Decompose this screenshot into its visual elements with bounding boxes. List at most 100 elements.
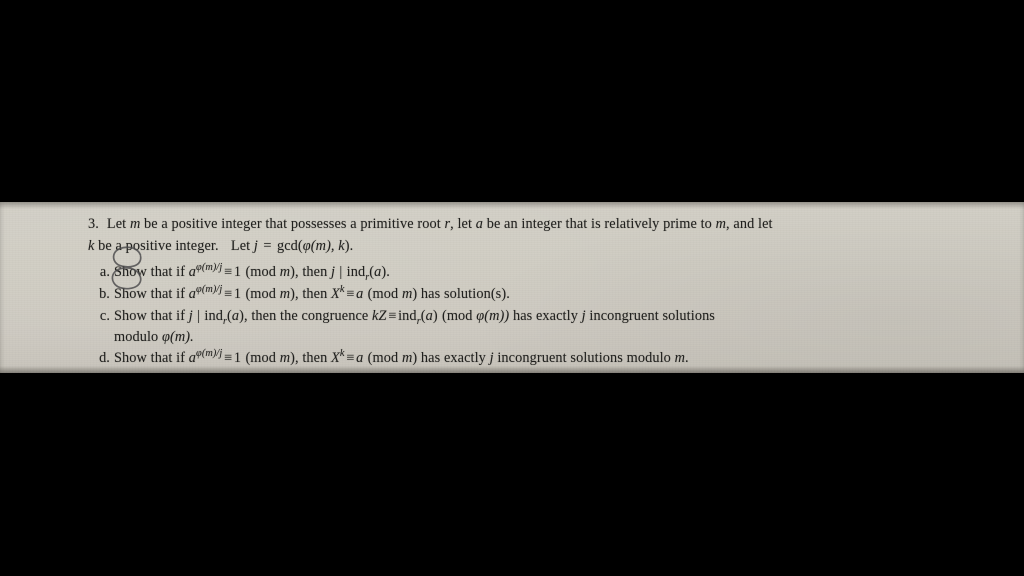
math-divides: | — [339, 264, 343, 280]
subitem-c-label: c. — [99, 308, 110, 324]
math-var-m2: m — [715, 216, 727, 232]
text-run: Let — [230, 238, 254, 254]
problem-number: 3. — [88, 216, 99, 232]
subitem-a-label: a. — [99, 264, 110, 280]
subitem-b[interactable]: b. Show that if aφ(m)/j ≡ 1 (mod m), then X… — [88, 284, 968, 305]
math-mod-open: (mod — [245, 286, 280, 302]
math-congruent-2: ≡ — [346, 350, 355, 366]
math-phi: φ — [302, 238, 311, 254]
math-m-arg: (m), — [310, 238, 339, 254]
math-congruent: ≡ — [224, 286, 233, 302]
text-run: Show that if — [114, 286, 189, 302]
text-run: be a positive integer. — [94, 238, 219, 254]
period: . — [386, 264, 390, 280]
text-run: ) has exactly — [412, 350, 490, 366]
text-run: Let — [106, 216, 130, 232]
exercise-text-block: 3. Let m be a positive integer that poss… — [88, 214, 968, 369]
math-ind: ind — [204, 308, 223, 324]
period: . — [685, 350, 689, 366]
math-modulus: m — [279, 350, 291, 366]
math-base-a: a — [188, 350, 197, 366]
subitem-a[interactable]: a. Show that if aφ(m)/j ≡ 1 (mod m), then j… — [88, 262, 968, 283]
math-base-a: a — [188, 264, 197, 280]
math-var-a: a — [475, 216, 484, 232]
subitem-c-continuation: modulo φ(m). — [88, 327, 968, 348]
problem-statement-line-1: 3. Let m be a positive integer that poss… — [88, 214, 968, 235]
math-phi-arg: (m). — [169, 329, 194, 345]
screen: 3. Let m be a positive integer that poss… — [0, 0, 1024, 576]
math-modulus: m — [279, 264, 291, 280]
math-var-a: a — [356, 286, 364, 302]
math-ind-2: ind — [398, 308, 417, 324]
math-power-X: Xk — [331, 348, 345, 366]
math-var-X: X — [331, 350, 340, 366]
math-exp-rest: (m)/j — [201, 348, 223, 360]
subitem-b-label: b. — [99, 286, 110, 302]
math-phi-arg: (m)) — [484, 308, 510, 324]
text-run: ), then — [290, 350, 332, 366]
math-ind-argument: (a) — [369, 264, 387, 280]
math-equals: = — [263, 238, 272, 254]
math-base-a: a — [188, 286, 197, 302]
math-exp-rest: (m)/j — [201, 262, 223, 274]
paper-top-edge-shadow — [0, 202, 1024, 209]
math-congruent: ≡ — [224, 350, 233, 366]
text-run: has exactly — [509, 308, 582, 324]
text-run: incongruent solutions modulo — [493, 350, 675, 366]
math-exp-rest: (m)/j — [201, 284, 223, 296]
math-mod-open: (mod — [441, 308, 477, 324]
subitem-c[interactable]: c. Show that if j | indr(a), then the cong… — [88, 306, 968, 327]
text-run: , let — [450, 216, 476, 232]
text-run: be a positive integer that possesses a p… — [140, 216, 445, 232]
math-divides: | — [197, 308, 201, 324]
math-power-a: aφ(m)/j — [188, 284, 223, 302]
math-var-X: X — [331, 286, 340, 302]
text-run: Show that if — [114, 264, 189, 280]
math-mod-open: (mod — [245, 264, 280, 280]
subitem-d-body: Show that if aφ(m)/j ≡ 1 (mod m), then Xk ≡ a… — [114, 348, 968, 369]
subitem-list: a. Show that if aφ(m)/j ≡ 1 (mod m), then j… — [88, 262, 968, 369]
math-kZ: kZ — [372, 308, 387, 324]
math-power-a: aφ(m)/j — [188, 262, 223, 280]
text-run: be an integer that is relatively prime t… — [483, 216, 716, 232]
math-var-j: j — [188, 308, 193, 324]
math-modulus: m — [279, 286, 291, 302]
text-run: Show that if — [114, 350, 189, 366]
math-congruent: ≡ — [388, 308, 397, 324]
math-modulus-2: m — [401, 350, 413, 366]
scanned-paper-strip: 3. Let m be a positive integer that poss… — [0, 202, 1024, 373]
math-modulus-2: m — [401, 286, 413, 302]
math-ind: ind — [346, 264, 366, 280]
math-congruent-2: ≡ — [346, 286, 355, 302]
math-var-m: m — [129, 216, 141, 232]
math-ind2-argument: (a) — [420, 308, 438, 324]
text-run: ) has solution(s). — [412, 286, 510, 302]
text-run: Show that if — [114, 308, 189, 324]
subitem-b-body: Show that if aφ(m)/j ≡ 1 (mod m), then Xk ≡ a… — [114, 284, 968, 305]
math-power-a: aφ(m)/j — [188, 348, 223, 366]
text-run: incongruent solutions — [585, 308, 715, 324]
subitem-c-body: Show that if j | indr(a), then the congrue… — [114, 306, 968, 327]
math-one: 1 — [233, 350, 242, 366]
math-mod-open-2: (mod — [367, 286, 402, 302]
text-run: modulo — [114, 329, 162, 345]
math-var-a: a — [356, 350, 364, 366]
math-var-j: j — [331, 264, 336, 280]
subitem-d[interactable]: d. Show that if aφ(m)/j ≡ 1 (mod m), then X… — [88, 348, 968, 369]
text-run: ), then — [290, 264, 332, 280]
problem-statement-line-2: k be a positive integer. Let j = gcd(φ(m… — [88, 236, 968, 257]
math-modulus-last: m — [674, 350, 686, 366]
math-var-Z: Z — [378, 308, 387, 324]
math-ind-argument: (a) — [226, 308, 244, 324]
text-run: , and let — [726, 216, 773, 232]
math-mod-open-2: (mod — [367, 350, 402, 366]
text-run: , then the congruence — [243, 308, 373, 324]
text-run: ), then — [290, 286, 332, 302]
math-close-paren: ). — [344, 238, 354, 254]
math-exp-k: k — [339, 284, 345, 296]
math-var-j: j — [253, 238, 258, 254]
math-power-X: Xk — [331, 284, 345, 302]
subitem-a-body: Show that if aφ(m)/j ≡ 1 (mod m), then j | in… — [114, 262, 968, 283]
math-one: 1 — [233, 264, 242, 280]
math-exp-k: k — [339, 348, 345, 360]
